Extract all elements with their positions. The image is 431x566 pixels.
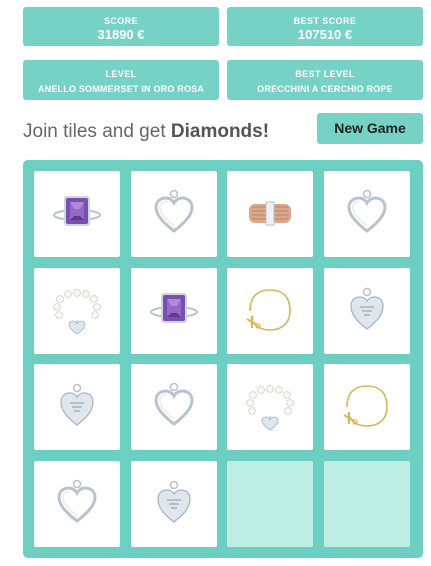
tile-heart-pendant[interactable] [130,171,217,257]
tile-pearl-bracelet[interactable] [227,364,313,450]
score-value: 31890 € [97,27,145,42]
intro-text: Join tiles and get Diamonds! [23,120,269,144]
best-score-label: BEST SCORE [293,16,357,26]
heart-tag-pendant-icon [156,480,191,523]
level-value: ANELLO SOMMERSET IN ORO ROSA [37,84,205,94]
best-level-label: BEST LEVEL [295,69,355,79]
heart-pendant-icon [346,189,387,233]
tile-heart-pendant[interactable] [34,460,120,547]
pearl-bracelet-icon [246,385,294,431]
tile-heart-pendant[interactable] [130,364,217,450]
best-level-value: ORECCHINI A CERCHIO ROPE [257,84,393,94]
tile-pearl-bracelet[interactable] [34,267,120,354]
tile-amethyst-ring[interactable] [34,171,120,257]
tile-amethyst-ring[interactable] [130,267,217,354]
game-board[interactable] [23,160,423,558]
tile-gold-bracelet[interactable] [323,364,410,450]
score-box: SCORE 31890 € [23,7,219,46]
best-score-box: BEST SCORE 107510 € [227,7,423,46]
best-level-box: BEST LEVEL ORECCHINI A CERCHIO ROPE [227,60,423,100]
amethyst-ring-icon [149,292,198,323]
tile-gold-bracelet[interactable] [227,267,313,354]
score-label: SCORE [103,16,138,26]
tile-rose-gold-ring[interactable] [227,171,313,257]
intro-highlight-text: Diamonds! [170,121,270,142]
rose-gold-ring-icon [249,201,291,226]
gold-bracelet-icon [246,288,291,331]
intro-plain-text: Join tiles and get [23,121,171,142]
empty-tile[interactable] [227,460,313,547]
heart-pendant-icon [57,479,97,523]
new-game-button[interactable]: New Game [317,113,423,144]
heart-tag-pendant-icon [349,287,384,330]
tile-heart-tag-pendant[interactable] [323,267,410,354]
heart-pendant-icon [153,189,194,233]
amethyst-ring-icon [53,196,101,226]
tile-heart-tag-pendant[interactable] [34,364,120,450]
level-label: LEVEL [105,69,137,79]
level-box: LEVEL ANELLO SOMMERSET IN ORO ROSA [23,60,219,100]
tile-heart-pendant[interactable] [323,171,410,257]
tile-heart-tag-pendant[interactable] [130,460,217,547]
heart-pendant-icon [153,382,194,426]
empty-tile[interactable] [323,460,410,547]
heart-tag-pendant-icon [60,383,94,426]
pearl-bracelet-icon [53,288,101,334]
best-score-value: 107510 € [297,27,353,42]
gold-bracelet-icon [342,385,388,427]
